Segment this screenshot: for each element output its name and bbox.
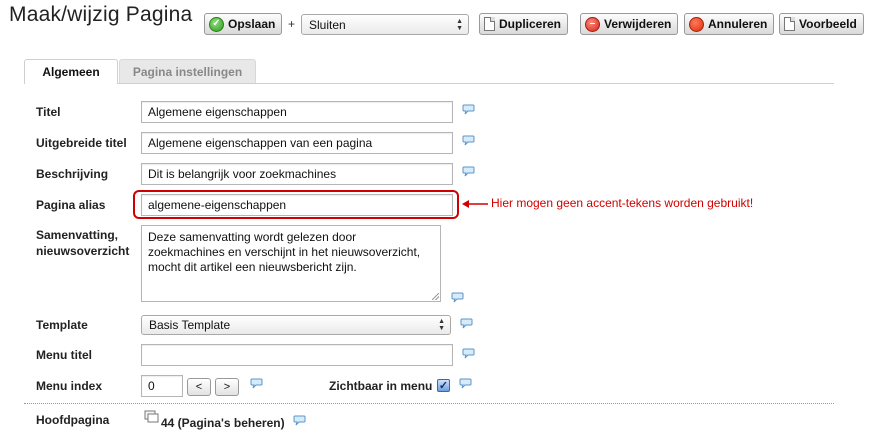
section-divider [24,403,834,404]
checkmark-icon: ✓ [209,16,224,32]
resize-handle-icon[interactable] [432,293,439,300]
extended-title-label: Uitgebreide titel [36,136,127,150]
comment-bubble-icon[interactable] [462,104,475,115]
alias-annotation: Hier mogen geen accent-tekens worden geb… [491,196,754,210]
menu-index-label: Menu index [36,379,103,393]
save-button-label: Opslaan [228,17,276,31]
tab-general[interactable]: Algemeen [24,59,118,84]
comment-bubble-icon[interactable] [250,378,263,389]
comment-bubble-icon[interactable] [462,135,475,146]
delete-button[interactable]: – Verwijderen [580,13,679,35]
preview-button[interactable]: Voorbeeld [779,13,864,35]
summary-textarea[interactable]: Deze samenvatting wordt gelezen door zoe… [141,225,441,302]
save-button[interactable]: ✓ Opslaan [204,13,283,35]
tab-general-label: Algemeen [42,65,100,79]
select-arrows-icon: ▲ ▼ [456,17,463,32]
plus-sign: + [288,17,296,31]
preview-button-label: Voorbeeld [799,17,857,31]
summary-label-line2: nieuwsoverzicht [36,244,130,258]
title-label: Titel [36,105,61,119]
parent-page-label: Hoofdpagina [36,413,110,427]
description-label: Beschrijving [36,167,109,181]
cancel-button[interactable]: Annuleren [684,13,775,35]
comment-bubble-icon[interactable] [451,292,464,303]
comment-bubble-icon[interactable] [460,318,473,329]
parent-page-link[interactable]: 44 (Pagina's beheren) [161,416,285,430]
summary-label: Samenvatting, nieuwsoverzicht [36,227,129,259]
delete-button-label: Verwijderen [604,17,672,31]
template-select[interactable]: Basis Template ▲ ▼ [141,315,451,335]
duplicate-button[interactable]: Dupliceren [479,13,569,35]
menu-title-input[interactable] [141,344,453,366]
comment-bubble-icon[interactable] [462,166,475,177]
document-icon [784,17,795,31]
visible-in-menu-checkbox[interactable]: ✓ [437,379,450,392]
close-action-select[interactable]: Sluiten ▲ ▼ [301,14,469,35]
arrow-left-icon [462,200,488,208]
menu-index-decrease-button[interactable]: < [187,378,211,396]
tab-page-settings[interactable]: Pagina instellingen [119,59,256,83]
select-arrows-icon: ▲ ▼ [438,318,445,332]
comment-bubble-icon[interactable] [462,348,475,359]
page-title: Maak/wijzig Pagina [9,3,193,26]
title-input[interactable]: Algemene eigenschappen [141,101,453,123]
extended-title-input[interactable]: Algemene eigenschappen van een pagina [141,132,453,154]
alias-label: Pagina alias [36,198,106,212]
duplicate-button-label: Dupliceren [499,17,562,31]
tab-page-settings-label: Pagina instellingen [132,64,243,79]
document-icon [484,17,495,31]
template-label: Template [36,318,88,332]
menu-index-increase-button[interactable]: > [215,378,239,396]
menu-index-input[interactable]: 0 [141,375,183,397]
visible-in-menu-label: Zichtbaar in menu [329,379,433,393]
menu-title-label: Menu titel [36,348,92,362]
description-input[interactable]: Dit is belangrijk voor zoekmachines [141,163,453,185]
cancel-button-label: Annuleren [708,17,768,31]
comment-bubble-icon[interactable] [459,378,472,389]
summary-label-line1: Samenvatting, [36,228,119,242]
delete-icon: – [585,16,600,32]
template-select-value: Basis Template [149,318,231,332]
pages-icon[interactable] [144,410,160,424]
close-action-select-value: Sluiten [309,17,346,32]
stop-icon [689,16,704,32]
comment-bubble-icon[interactable] [293,415,306,426]
alias-highlight-box [133,190,459,219]
